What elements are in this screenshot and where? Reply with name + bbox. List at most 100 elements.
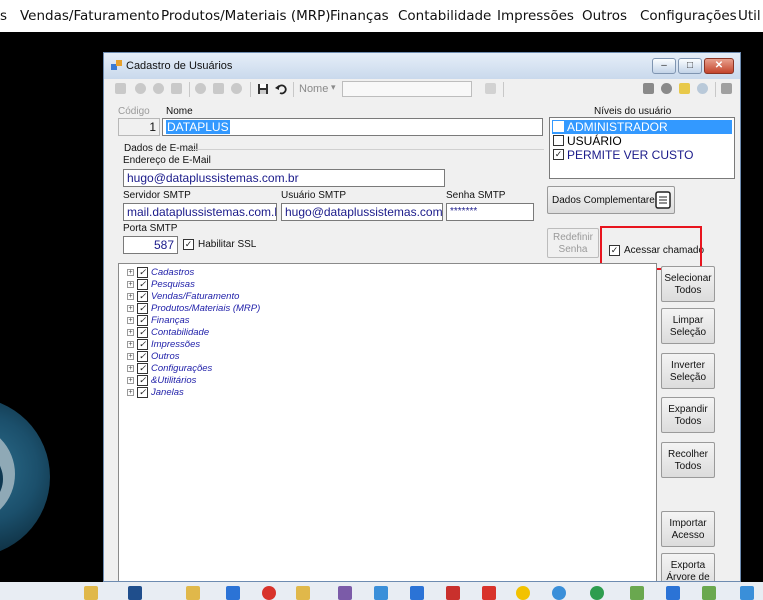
tree-checkbox[interactable]: ✓ — [137, 339, 148, 350]
smtp-port-field[interactable]: 587 — [123, 236, 178, 254]
level-item-admin[interactable]: ADMINISTRADOR — [552, 120, 732, 134]
menu-item-financas[interactable]: Finanças — [330, 8, 389, 24]
filter-dropdown-icon[interactable]: ▾ — [331, 82, 336, 93]
app-taskbar-icon[interactable] — [590, 586, 604, 600]
expand-icon[interactable]: + — [127, 377, 134, 384]
level-item-custo[interactable]: ✓ PERMITE VER CUSTO — [552, 148, 732, 162]
expand-icon[interactable]: + — [127, 389, 134, 396]
tree-checkbox[interactable]: ✓ — [137, 303, 148, 314]
key-icon[interactable] — [661, 83, 672, 94]
button-label: Expandir — [668, 404, 708, 415]
app-taskbar-icon[interactable] — [702, 586, 716, 600]
delete-icon[interactable] — [231, 83, 242, 94]
invert-selection-button[interactable]: Inverter Seleção — [661, 353, 715, 389]
tree-checkbox[interactable]: ✓ — [137, 279, 148, 290]
edit-icon[interactable] — [213, 83, 224, 94]
app-menubar: s Vendas/Faturamento Produtos/Materiais … — [0, 0, 763, 32]
expand-icon[interactable]: + — [127, 353, 134, 360]
nome-field[interactable]: DATAPLUS — [162, 118, 543, 136]
app-taskbar-icon[interactable] — [128, 586, 142, 600]
report-icon[interactable] — [679, 83, 690, 94]
previous-record-icon[interactable] — [153, 83, 164, 94]
level-item-usuario[interactable]: USUÁRIO — [552, 134, 732, 148]
app-taskbar-icon[interactable] — [446, 586, 460, 600]
app-taskbar-icon[interactable] — [630, 586, 644, 600]
menu-item-impressoes[interactable]: Impressões — [497, 8, 574, 24]
undo-icon[interactable] — [275, 83, 287, 95]
new-icon[interactable] — [115, 83, 126, 94]
maximize-button[interactable]: □ — [678, 58, 702, 74]
expand-icon[interactable]: + — [127, 293, 134, 300]
expand-icon[interactable]: + — [127, 269, 134, 276]
nome-label: Nome — [166, 106, 193, 117]
expand-icon[interactable]: + — [127, 281, 134, 288]
first-record-icon[interactable] — [135, 83, 146, 94]
menu-item-utilitarios[interactable]: Util — [738, 8, 761, 24]
import-access-button[interactable]: Importar Acesso — [661, 511, 715, 547]
app-taskbar-icon[interactable] — [226, 586, 240, 600]
menu-item-outros[interactable]: Outros — [582, 8, 627, 24]
expand-all-button[interactable]: Expandir Todos — [661, 397, 715, 433]
ssl-checkbox[interactable]: ✓ — [183, 239, 194, 250]
print-icon[interactable] — [643, 83, 654, 94]
smtp-server-field[interactable]: mail.dataplussistemas.com.b — [123, 203, 277, 221]
expand-icon[interactable]: + — [127, 329, 134, 336]
expand-icon[interactable]: + — [127, 365, 134, 372]
menu-item-contabilidade[interactable]: Contabilidade — [398, 8, 491, 24]
tree-checkbox[interactable]: ✓ — [137, 351, 148, 362]
expand-icon[interactable]: + — [127, 305, 134, 312]
search-icon[interactable] — [485, 83, 496, 94]
menu-item-partial[interactable]: s — [0, 8, 7, 24]
app-icon — [111, 60, 122, 70]
explorer-taskbar-icon[interactable] — [186, 586, 200, 600]
smtp-user-field[interactable]: hugo@dataplussistemas.com.l — [281, 203, 443, 221]
tree-node-label: Configurações — [151, 363, 213, 374]
chrome-taskbar-icon[interactable] — [262, 586, 276, 600]
smtp-password-field[interactable]: ******* — [446, 203, 534, 221]
next-record-icon[interactable] — [171, 83, 182, 94]
tree-checkbox[interactable]: ✓ — [137, 387, 148, 398]
level-checkbox[interactable]: ✓ — [553, 149, 564, 160]
app-taskbar-icon[interactable] — [410, 586, 424, 600]
select-all-button[interactable]: Selecionar Todos — [661, 266, 715, 302]
level-label: USUÁRIO — [567, 134, 622, 148]
app-taskbar-icon[interactable] — [296, 586, 310, 600]
menu-item-configuracoes[interactable]: Configurações — [640, 8, 737, 24]
email-field[interactable]: hugo@dataplussistemas.com.br — [123, 169, 445, 187]
export-tree-button[interactable]: Exporta Árvore de — [661, 553, 715, 581]
smtp-server-label: Servidor SMTP — [123, 190, 191, 201]
save-icon[interactable] — [257, 83, 269, 95]
expand-icon[interactable]: + — [127, 341, 134, 348]
close-button[interactable]: ✕ — [704, 58, 734, 74]
user-icon[interactable] — [697, 83, 708, 94]
menu-icon[interactable] — [721, 83, 732, 94]
tree-checkbox[interactable]: ✓ — [137, 267, 148, 278]
menu-item-vendas[interactable]: Vendas/Faturamento — [20, 8, 160, 24]
clear-selection-button[interactable]: Limpar Seleção — [661, 308, 715, 344]
collapse-all-button[interactable]: Recolher Todos — [661, 442, 715, 478]
minimize-button[interactable]: – — [652, 58, 676, 74]
app-taskbar-icon[interactable] — [516, 586, 530, 600]
level-checkbox[interactable] — [553, 121, 564, 132]
menu-item-produtos[interactable]: Produtos/Materiais (MRP) — [161, 8, 331, 24]
add-icon[interactable] — [195, 83, 206, 94]
redefinir-senha-button[interactable]: Redefinir Senha — [547, 228, 599, 258]
window-titlebar[interactable]: Cadastro de Usuários – □ ✕ — [104, 53, 740, 79]
app-taskbar-icon[interactable] — [552, 586, 566, 600]
dados-complementares-button[interactable]: Dados Complementares — [547, 186, 675, 214]
app-taskbar-icon[interactable] — [338, 586, 352, 600]
app-taskbar-icon[interactable] — [482, 586, 496, 600]
expand-icon[interactable]: + — [127, 317, 134, 324]
tree-checkbox[interactable]: ✓ — [137, 363, 148, 374]
tree-checkbox[interactable]: ✓ — [137, 291, 148, 302]
app-taskbar-icon[interactable] — [666, 586, 680, 600]
folder-taskbar-icon[interactable] — [84, 586, 98, 600]
button-label: Seleção — [669, 372, 707, 383]
tree-checkbox[interactable]: ✓ — [137, 375, 148, 386]
filter-input[interactable] — [342, 81, 472, 97]
level-checkbox[interactable] — [553, 135, 564, 146]
app-taskbar-icon[interactable] — [740, 586, 754, 600]
app-taskbar-icon[interactable] — [374, 586, 388, 600]
tree-checkbox[interactable]: ✓ — [137, 327, 148, 338]
tree-checkbox[interactable]: ✓ — [137, 315, 148, 326]
